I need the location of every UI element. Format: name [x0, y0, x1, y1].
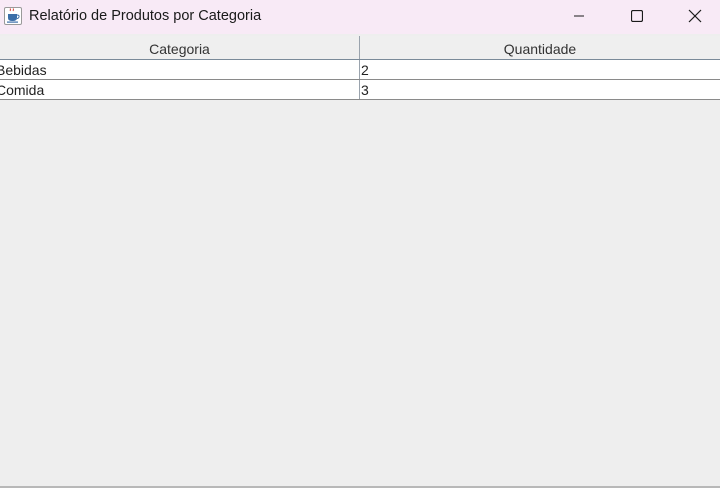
cell-divider: [359, 80, 360, 99]
java-coffee-cup-icon[interactable]: [4, 7, 22, 25]
table-row[interactable]: Bebidas 2: [0, 60, 720, 80]
close-button[interactable]: [666, 0, 720, 32]
app-window: Relatório de Produtos por Categoria Cate…: [0, 0, 720, 488]
minimize-icon: [574, 15, 584, 17]
column-header-categoria[interactable]: Categoria: [0, 36, 359, 59]
table-header: Categoria Quantidade: [0, 36, 720, 60]
close-icon: [688, 9, 702, 23]
cell-quantidade[interactable]: 3: [361, 80, 719, 99]
products-table[interactable]: Categoria Quantidade Bebidas 2 Comida 3: [0, 36, 720, 100]
window-title: Relatório de Produtos por Categoria: [29, 8, 262, 24]
column-header-quantidade[interactable]: Quantidade: [360, 36, 720, 59]
table-row[interactable]: Comida 3: [0, 80, 720, 100]
cell-categoria[interactable]: Comida: [0, 80, 358, 99]
maximize-icon: [631, 10, 643, 22]
cell-quantidade[interactable]: 2: [361, 60, 719, 79]
minimize-button[interactable]: [550, 0, 608, 32]
cell-categoria[interactable]: Bebidas: [0, 60, 358, 79]
maximize-button[interactable]: [608, 0, 666, 32]
cell-divider: [359, 60, 360, 79]
title-bar[interactable]: Relatório de Produtos por Categoria: [0, 0, 720, 34]
